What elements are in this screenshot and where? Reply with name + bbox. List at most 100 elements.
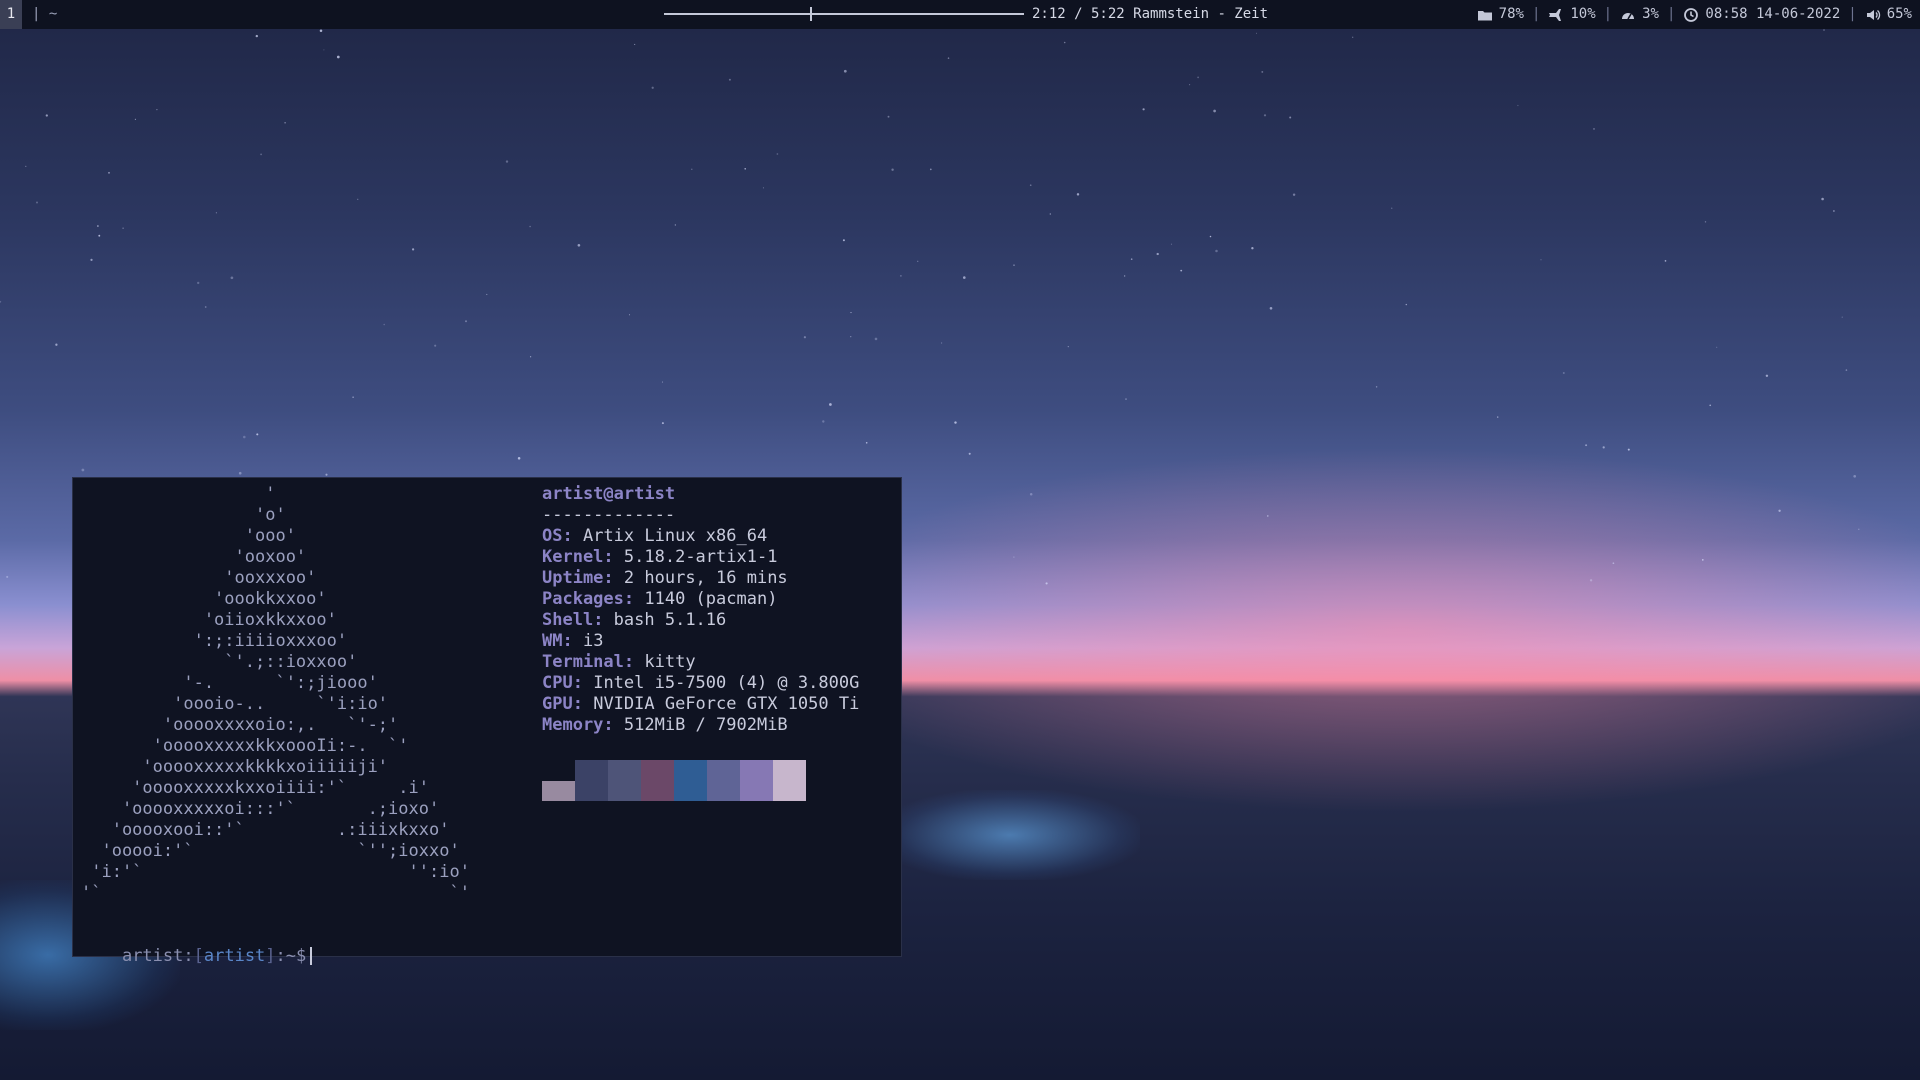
star [156,108,158,111]
star [383,323,385,326]
info-colon: : [562,631,583,651]
star [661,422,664,425]
star [1391,207,1393,209]
shell-prompt[interactable]: artist:[artist]:~$ [81,925,313,988]
wallpaper-wave-foam [880,790,1140,880]
volume-value[interactable]: 65% [1887,0,1912,29]
star [98,234,101,237]
info-key: Uptime [542,568,604,588]
star [1292,193,1296,196]
star [850,312,852,314]
info-colon: : [572,694,594,714]
star [529,225,531,228]
star [1405,303,1408,306]
star [1049,213,1051,215]
terminal-window[interactable]: ' 'o' 'ooo' 'ooxoo' 'ooxxxoo' 'oookkxxoo… [72,477,902,966]
date-time-value: 08:58 14-06-2022 [1705,6,1841,22]
star [319,29,323,32]
star [1267,515,1269,517]
info-key: Packages [542,589,624,609]
workspace-button-1[interactable]: 1 [0,0,22,29]
star [1130,258,1133,260]
info-value: kitty [644,652,696,672]
window-title: | ~ [32,6,58,22]
star [357,198,359,200]
prompt-dir: artist [203,946,266,966]
star [1716,346,1718,348]
star [829,403,832,406]
star [1189,84,1191,86]
info-value: 512MiB / 7902MiB [623,715,788,735]
star [1612,562,1615,565]
star [577,243,581,247]
info-colon: : [593,610,614,630]
gauge-icon [1620,7,1636,23]
info-value: 2 hours, 16 mins [623,568,788,588]
star [954,421,957,424]
star [1029,492,1033,496]
info-value: 5.18.2-artix1-1 [623,547,778,567]
info-value: bash 5.1.16 [613,610,727,630]
star [874,337,878,341]
info-key: OS [542,526,563,546]
star [6,575,9,578]
prompt-tail: :~$ [275,946,307,966]
info-key: Shell [542,610,594,630]
star [215,212,217,214]
star [634,43,636,45]
star [1823,29,1825,31]
star [323,49,325,51]
star [1778,509,1781,512]
info-key: WM [542,631,563,651]
star [776,153,779,155]
star [1709,404,1712,407]
playback-progress-bar[interactable] [664,7,1024,21]
star [929,168,932,171]
star [887,115,890,118]
info-row: Kernel: 5.18.2-artix1-1 [542,547,859,568]
star [1215,249,1218,253]
star [45,114,48,117]
star [25,165,27,168]
star [1076,193,1080,196]
star [325,473,328,476]
clock-icon [1683,7,1699,23]
star [762,187,764,189]
fan-icon [1548,7,1564,23]
star [411,248,415,251]
info-value: 1140 (pacman) [644,589,778,609]
star [336,55,340,59]
star [55,343,58,346]
star [529,356,532,358]
playback-progress-knob[interactable] [810,7,812,21]
color-swatch [641,760,674,801]
star [505,160,509,163]
star [1497,416,1499,418]
star [90,258,93,262]
star [1517,104,1519,107]
cpu-usage-value: 3% [1642,6,1659,22]
star [434,344,437,347]
star [891,168,894,171]
star [352,396,354,398]
star [108,171,110,174]
disk-usage-value: 78% [1498,6,1524,22]
star [1853,474,1857,478]
separator: | [1531,6,1541,22]
star [947,57,950,59]
info-key: Kernel [542,547,604,567]
star [1664,260,1667,262]
color-swatch [740,760,773,801]
volume-icon[interactable] [1865,7,1881,23]
star [1841,316,1843,318]
info-colon: : [572,673,594,693]
star [1540,259,1542,261]
star [803,336,807,339]
info-row: WM: i3 [542,631,859,652]
star [256,433,259,436]
info-row: GPU: NVIDIA GeForce GTX 1050 Ti [542,694,859,715]
star [35,201,39,204]
info-separator: ------------- [542,505,676,525]
info-colon: : [603,547,624,567]
star [1029,184,1032,187]
